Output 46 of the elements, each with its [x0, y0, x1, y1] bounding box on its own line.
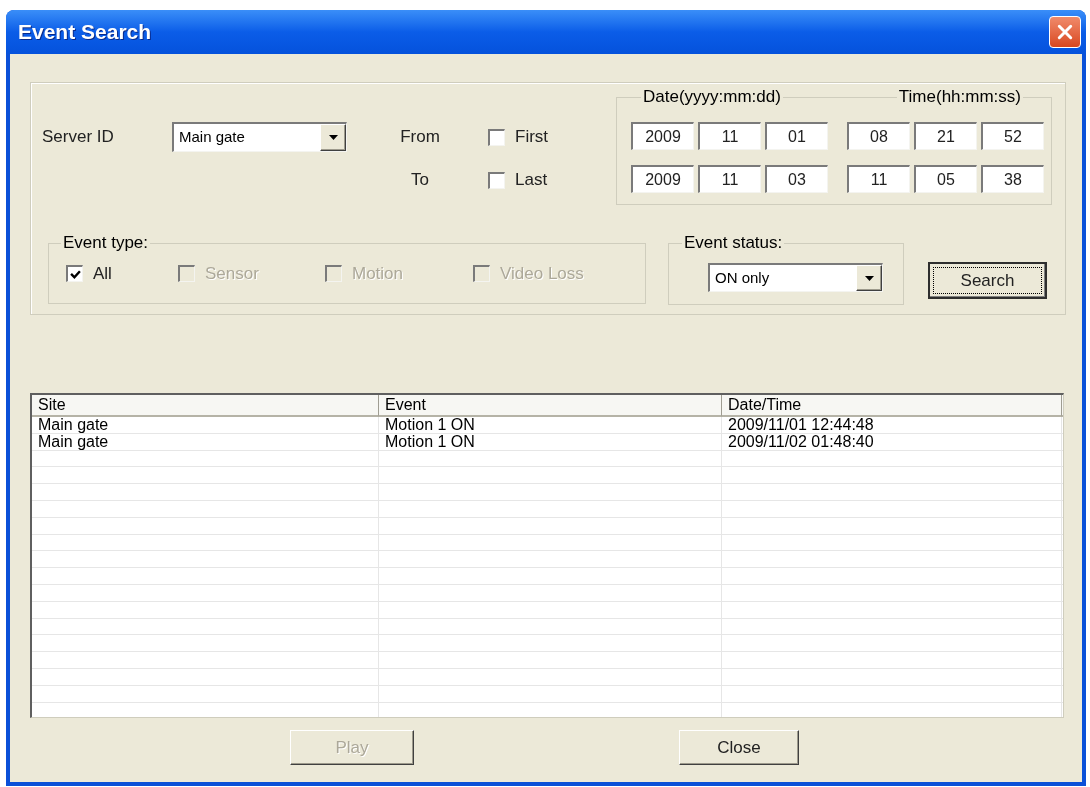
check-icon — [69, 269, 81, 279]
date-field[interactable]: 01 — [765, 122, 828, 150]
group-label: Event type: — [61, 233, 151, 253]
table-cell: Motion 1 ON — [379, 417, 722, 433]
date-field[interactable]: 11 — [698, 165, 761, 193]
search-button[interactable]: Search — [928, 262, 1047, 299]
time-field[interactable]: 08 — [847, 122, 910, 150]
time-field[interactable]: 52 — [981, 122, 1044, 150]
group-label: Time(hh:mm:ss) — [896, 87, 1023, 107]
status-dropdown[interactable]: ON only — [708, 263, 883, 292]
time-field[interactable]: 11 — [847, 165, 910, 193]
table-cell: 2009/11/02 01:48:40 — [722, 433, 1062, 450]
table-cell: Main gate — [32, 417, 379, 433]
table-cell: Main gate — [32, 433, 379, 450]
checkbox-label: Last — [515, 169, 548, 192]
close-dialog-button[interactable]: Close — [679, 730, 799, 765]
time-field[interactable]: 21 — [914, 122, 977, 150]
checkbox[interactable] — [66, 265, 83, 282]
time-field[interactable]: 38 — [981, 165, 1044, 193]
checkbox-label: First — [515, 126, 549, 149]
close-button[interactable] — [1049, 16, 1081, 48]
field-label: To — [410, 169, 430, 192]
caret-icon — [320, 124, 346, 151]
close-icon — [1057, 24, 1073, 40]
field-label: Server ID — [42, 126, 115, 149]
checkbox-label: All — [93, 262, 112, 285]
checkbox-label: Video Loss — [500, 262, 584, 285]
checkbox-label: Motion — [352, 262, 404, 285]
table-cell: Motion 1 ON — [379, 433, 722, 450]
date-field[interactable]: 03 — [765, 165, 828, 193]
time-field[interactable]: 05 — [914, 165, 977, 193]
checkbox[interactable] — [488, 171, 505, 189]
field-label: From — [399, 126, 441, 149]
column-header[interactable]: Event — [379, 395, 722, 417]
column-header[interactable]: Date/Time — [722, 395, 1062, 417]
table-cell: 2009/11/01 12:44:48 — [722, 417, 1062, 433]
checkbox-label: Sensor — [205, 262, 259, 285]
server-dropdown[interactable]: Main gate — [172, 122, 347, 152]
caret-icon — [856, 265, 882, 291]
date-field[interactable]: 2009 — [631, 165, 694, 193]
date-field[interactable]: 11 — [698, 122, 761, 150]
checkbox[interactable] — [488, 128, 505, 146]
window-title: Event Search — [18, 19, 153, 46]
date-field[interactable]: 2009 — [631, 122, 694, 150]
group-label: Date(yyyy:mm:dd) — [641, 87, 783, 107]
column-header[interactable]: Site — [32, 395, 379, 417]
